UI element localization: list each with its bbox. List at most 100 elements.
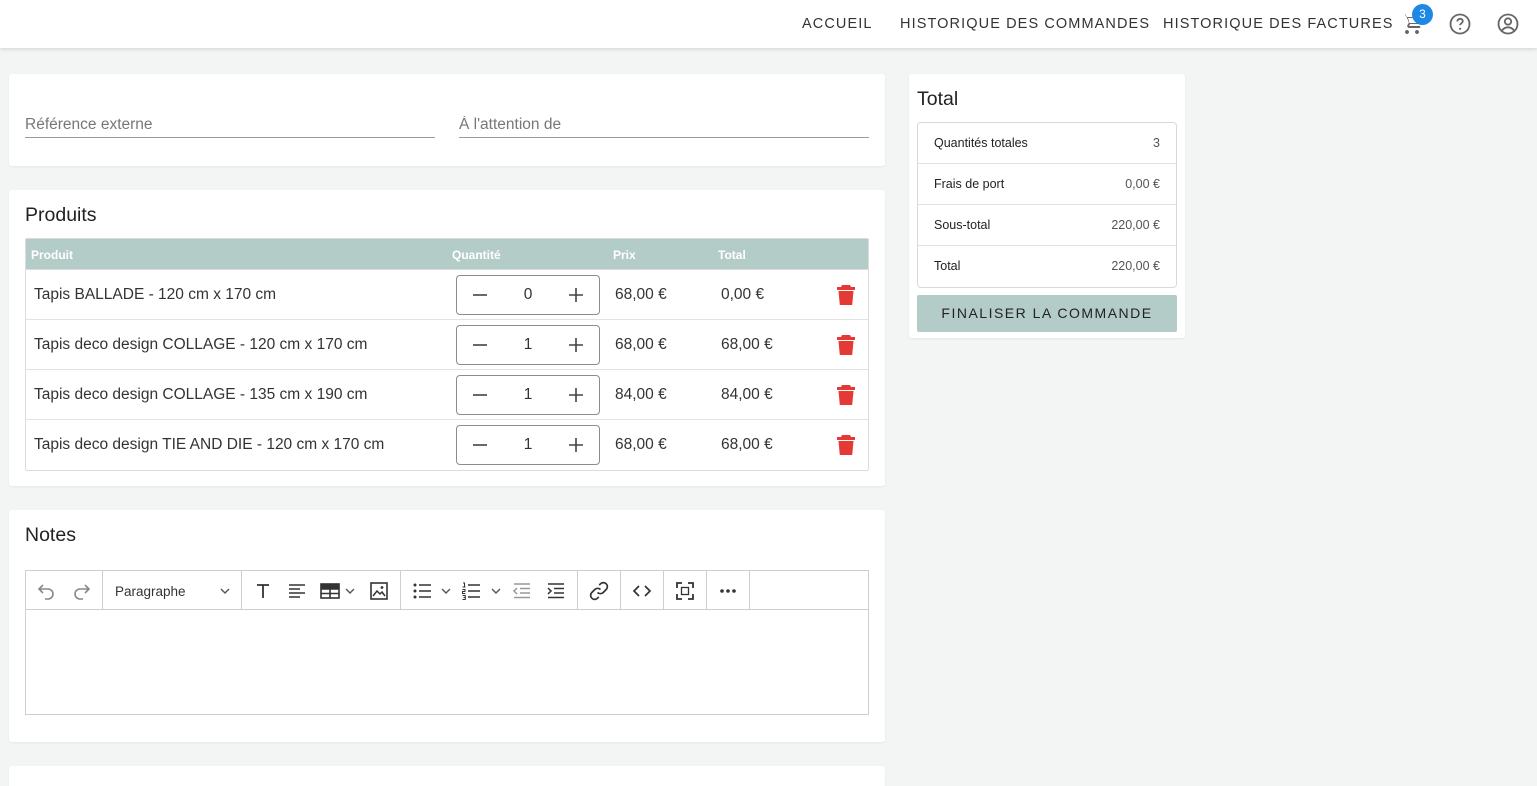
products-title: Produits xyxy=(25,204,97,226)
plus-icon[interactable] xyxy=(566,385,586,405)
code-icon[interactable] xyxy=(631,580,653,602)
toolbar-divider xyxy=(749,571,750,609)
delete-icon[interactable] xyxy=(836,384,856,406)
external-reference-field xyxy=(25,114,435,138)
account-icon[interactable] xyxy=(1496,12,1520,36)
product-name: Tapis deco design TIE AND DIE - 120 cm x… xyxy=(34,436,385,453)
product-total: 68,00 € xyxy=(721,336,773,353)
summary-card: Total Quantités totales 3 Frais de port … xyxy=(909,74,1185,338)
indent-icon[interactable] xyxy=(545,580,567,602)
help-icon[interactable] xyxy=(1448,12,1472,36)
plus-icon[interactable] xyxy=(566,335,586,355)
quantity-value[interactable]: 1 xyxy=(507,436,549,454)
link-icon[interactable] xyxy=(588,580,610,602)
reference-card xyxy=(9,74,885,166)
summary-label: Quantités totales xyxy=(934,136,1028,150)
chevron-down-icon[interactable] xyxy=(490,585,502,597)
minus-icon[interactable] xyxy=(470,335,490,355)
numbered-list-icon[interactable] xyxy=(460,580,482,602)
summary-value: 220,00 € xyxy=(1111,259,1160,273)
table-icon[interactable] xyxy=(319,580,341,602)
editor-toolbar: Paragraphe xyxy=(26,571,868,610)
product-name: Tapis BALLADE - 120 cm x 170 cm xyxy=(34,286,277,303)
column-header-total: Total xyxy=(718,248,746,262)
more-options-icon[interactable] xyxy=(717,580,739,602)
nav-invoices-history-link[interactable]: HISTORIQUE DES FACTURES xyxy=(1163,16,1393,32)
chevron-down-icon[interactable] xyxy=(440,585,452,597)
product-name: Tapis deco design COLLAGE - 120 cm x 170… xyxy=(34,336,368,353)
plus-icon[interactable] xyxy=(566,435,586,455)
quantity-value[interactable]: 0 xyxy=(507,286,549,304)
align-left-icon[interactable] xyxy=(286,580,308,602)
quantity-stepper: 1 xyxy=(456,425,600,465)
summary-value: 0,00 € xyxy=(1125,177,1160,191)
cart-count-badge: 3 xyxy=(1412,4,1433,25)
product-price: 84,00 € xyxy=(615,386,667,403)
column-header-price: Prix xyxy=(613,248,636,262)
paragraph-format-value: Paragraphe xyxy=(115,584,186,599)
external-reference-input[interactable] xyxy=(25,114,435,136)
attention-of-input[interactable] xyxy=(459,114,869,136)
delete-icon[interactable] xyxy=(836,334,856,356)
toolbar-divider xyxy=(663,571,664,609)
toolbar-divider xyxy=(400,571,401,609)
toolbar-divider xyxy=(241,571,242,609)
summary-title: Total xyxy=(917,88,959,110)
delete-icon[interactable] xyxy=(836,434,856,456)
plus-icon[interactable] xyxy=(566,285,586,305)
next-section-card xyxy=(9,766,885,786)
table-row: Tapis BALLADE - 120 cm x 170 cm 0 68,00 … xyxy=(26,270,868,320)
product-price: 68,00 € xyxy=(615,286,667,303)
nav-home-link[interactable]: ACCUEIL xyxy=(802,16,873,32)
notes-editor-content[interactable] xyxy=(26,610,868,714)
notes-title: Notes xyxy=(25,524,76,546)
toolbar-divider xyxy=(102,571,103,609)
outdent-icon[interactable] xyxy=(511,580,533,602)
quantity-stepper: 1 xyxy=(456,375,600,415)
summary-row: Frais de port 0,00 € xyxy=(918,164,1176,205)
finalize-order-button[interactable]: FINALISER LA COMMANDE xyxy=(917,295,1177,332)
table-row: Tapis deco design COLLAGE - 135 cm x 190… xyxy=(26,370,868,420)
bulleted-list-icon[interactable] xyxy=(411,580,433,602)
chevron-down-icon xyxy=(220,588,230,594)
toolbar-divider xyxy=(620,571,621,609)
quantity-value[interactable]: 1 xyxy=(507,386,549,404)
quantity-stepper: 0 xyxy=(456,275,600,315)
image-icon[interactable] xyxy=(368,580,390,602)
product-total: 84,00 € xyxy=(721,386,773,403)
product-name: Tapis deco design COLLAGE - 135 cm x 190… xyxy=(34,386,368,403)
column-header-product: Produit xyxy=(31,248,73,262)
summary-value: 3 xyxy=(1153,136,1160,150)
products-table: Produit Quantité Prix Total Tapis BALLAD… xyxy=(25,238,869,471)
paragraph-format-select[interactable]: Paragraphe xyxy=(115,578,235,604)
minus-icon[interactable] xyxy=(470,285,490,305)
nav-orders-history-link[interactable]: HISTORIQUE DES COMMANDES xyxy=(900,16,1150,32)
undo-icon[interactable] xyxy=(35,580,57,602)
summary-label: Total xyxy=(934,259,961,273)
notes-card: Notes Paragraphe xyxy=(9,510,885,742)
minus-icon[interactable] xyxy=(470,385,490,405)
rich-text-editor: Paragraphe xyxy=(25,570,869,715)
summary-label: Sous-total xyxy=(934,218,991,232)
quantity-stepper: 1 xyxy=(456,325,600,365)
table-row: Tapis deco design COLLAGE - 120 cm x 170… xyxy=(26,320,868,370)
summary-value: 220,00 € xyxy=(1111,218,1160,232)
delete-icon[interactable] xyxy=(836,284,856,306)
summary-row: Sous-total 220,00 € xyxy=(918,205,1176,246)
products-table-header: Produit Quantité Prix Total xyxy=(26,239,868,270)
text-format-icon[interactable] xyxy=(252,580,274,602)
minus-icon[interactable] xyxy=(470,435,490,455)
chevron-down-icon[interactable] xyxy=(344,585,356,597)
column-header-quantity: Quantité xyxy=(452,248,501,262)
quantity-value[interactable]: 1 xyxy=(507,336,549,354)
summary-row: Quantités totales 3 xyxy=(918,123,1176,164)
top-navigation-bar: ACCUEIL HISTORIQUE DES COMMANDES HISTORI… xyxy=(0,0,1537,48)
product-total: 68,00 € xyxy=(721,436,773,453)
redo-icon[interactable] xyxy=(71,580,93,602)
table-row: Tapis deco design TIE AND DIE - 120 cm x… xyxy=(26,420,868,470)
product-price: 68,00 € xyxy=(615,336,667,353)
summary-table: Quantités totales 3 Frais de port 0,00 €… xyxy=(917,122,1177,288)
fullscreen-icon[interactable] xyxy=(674,580,696,602)
summary-label: Frais de port xyxy=(934,177,1005,191)
products-card: Produits Produit Quantité Prix Total Tap… xyxy=(9,190,885,486)
